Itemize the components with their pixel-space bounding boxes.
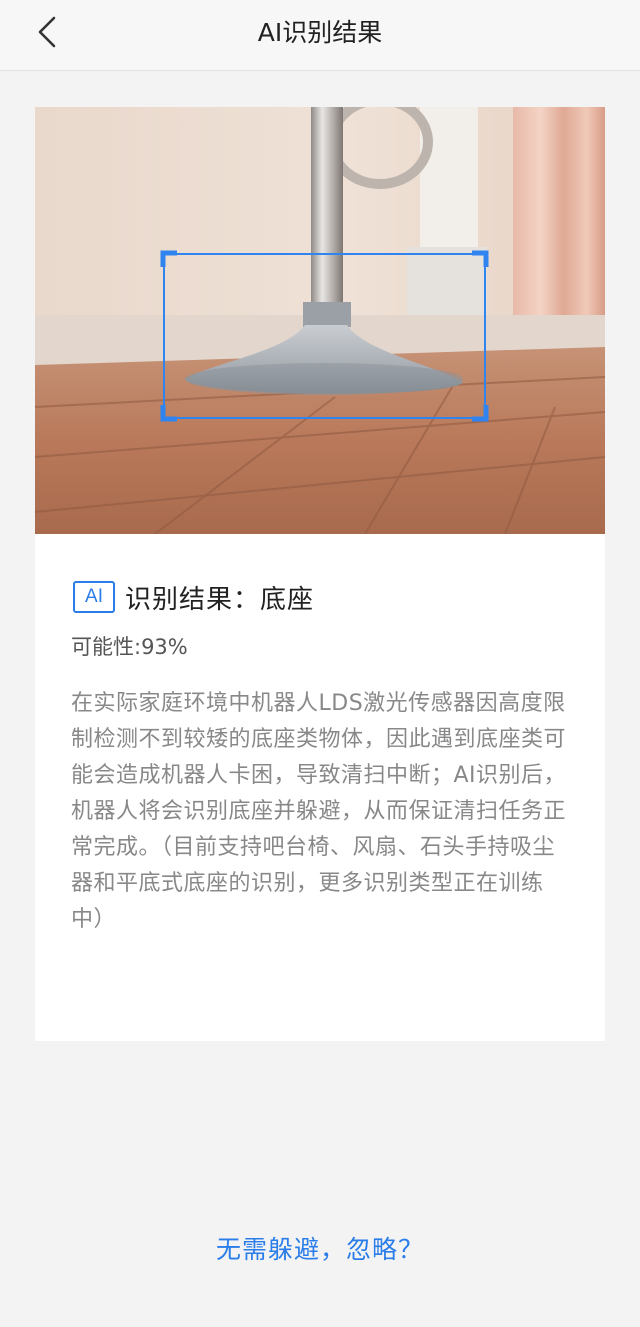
captured-photo	[35, 107, 605, 534]
header-bar: AI识别结果	[0, 0, 640, 71]
ignore-link[interactable]: 无需躲避，忽略？	[0, 1230, 640, 1266]
probability-text: 可能性:93%	[71, 635, 188, 659]
page: AI识别结果 AI 识别结果：底座 可能性:93% 在实际家庭环境中机器人LDS…	[0, 0, 640, 1327]
page-title: AI识别结果	[257, 18, 383, 47]
result-label: 识别结果：底座	[125, 584, 315, 615]
result-card: AI 识别结果：底座 可能性:93% 在实际家庭环境中机器人LDS激光传感器因高…	[35, 107, 605, 1041]
description-text: 在实际家庭环境中机器人LDS激光传感器因高度限制检测不到较矮的底座类物体，因此遇…	[71, 691, 567, 932]
result-row: AI 识别结果：底座	[73, 579, 314, 615]
ai-badge: AI	[73, 581, 115, 613]
